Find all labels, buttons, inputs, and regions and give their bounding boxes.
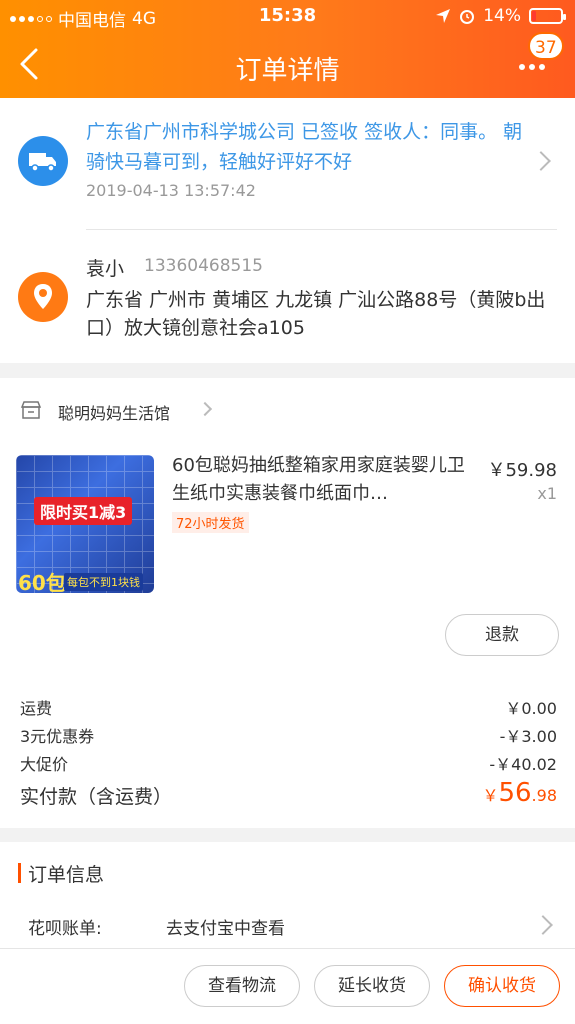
paid-amount: ￥56.98 <box>482 778 557 808</box>
fee-label: 大促价 <box>20 755 69 774</box>
delivery-truck-icon <box>18 136 68 186</box>
logistics-time: 2019-04-13 13:57:42 <box>86 181 256 200</box>
paid-integer: 56 <box>498 778 532 808</box>
recipient-phone: 13360468515 <box>144 256 263 276</box>
location-arrow-icon <box>436 9 451 23</box>
header-bar: 中国电信 4G 15:38 14% 订单详情 37 <box>0 0 575 98</box>
battery-level-fill <box>532 11 536 21</box>
huabei-label: 花呗账单: <box>28 919 102 939</box>
huabei-link[interactable]: 去支付宝中查看 <box>166 914 285 939</box>
paid-currency: ￥ <box>482 786 499 805</box>
extend-receipt-button[interactable]: 延长收货 <box>314 965 430 1007</box>
fee-row-promo: 大促价 -￥40.02 <box>20 751 557 775</box>
view-logistics-button[interactable]: 查看物流 <box>184 965 300 1007</box>
fee-value: -￥3.00 <box>499 727 557 746</box>
paid-decimal: .98 <box>531 786 557 805</box>
section-accent-bar <box>18 863 21 883</box>
product-count-text: 60包 <box>18 571 66 593</box>
recipient-address: 广东省 广州市 黄埔区 九龙镇 广汕公路88号（黄陂b出口）放大镜创意社会a10… <box>86 289 546 339</box>
shipping-tag: 72小时发货 <box>172 512 249 533</box>
product-image[interactable]: 限时买1减3 60包 每包不到1块钱 <box>16 455 154 593</box>
more-dots-icon <box>519 64 545 70</box>
recipient-name: 袁小 <box>86 258 125 280</box>
shop-icon <box>20 401 42 419</box>
status-bar: 中国电信 4G 15:38 14% <box>0 0 575 32</box>
product-sub-text: 每包不到1块钱 <box>64 573 143 591</box>
battery-icon <box>529 8 566 24</box>
product-price: ￥59.98 <box>487 460 557 481</box>
message-count-badge: 37 <box>528 32 564 60</box>
page-title: 订单详情 <box>235 56 340 86</box>
product-title[interactable]: 60包聪妈抽纸整箱家用家庭装婴儿卫生纸巾实惠装餐巾纸面巾… <box>172 452 467 508</box>
fee-value: -￥40.02 <box>489 755 557 774</box>
product-quantity: x1 <box>537 484 557 503</box>
shop-name[interactable]: 聪明妈妈生活馆 <box>58 400 170 424</box>
battery-percent: 14% <box>483 6 521 26</box>
fee-label: 运费 <box>20 699 53 718</box>
refund-button[interactable]: 退款 <box>445 614 559 656</box>
logistics-status[interactable]: 广东省广州市科学城公司 已签收 签收人：同事。 朝骑快马暮可到，轻触好评好不好 <box>86 117 526 177</box>
paid-label: 实付款（含运费） <box>20 786 173 808</box>
status-right: 14% <box>435 6 566 26</box>
fee-label: 3元优惠券 <box>20 727 95 746</box>
divider <box>86 229 557 230</box>
confirm-receipt-button[interactable]: 确认收货 <box>444 965 560 1007</box>
fee-row-shipping: 运费 ￥0.00 <box>20 695 557 719</box>
location-pin-icon <box>18 272 68 322</box>
product-promo-text: 限时买1减3 <box>34 497 133 525</box>
alarm-icon <box>460 10 475 24</box>
fee-row-coupon: 3元优惠券 -￥3.00 <box>20 723 557 747</box>
order-info-title: 订单信息 <box>28 864 105 886</box>
fee-value: ￥0.00 <box>505 699 557 718</box>
